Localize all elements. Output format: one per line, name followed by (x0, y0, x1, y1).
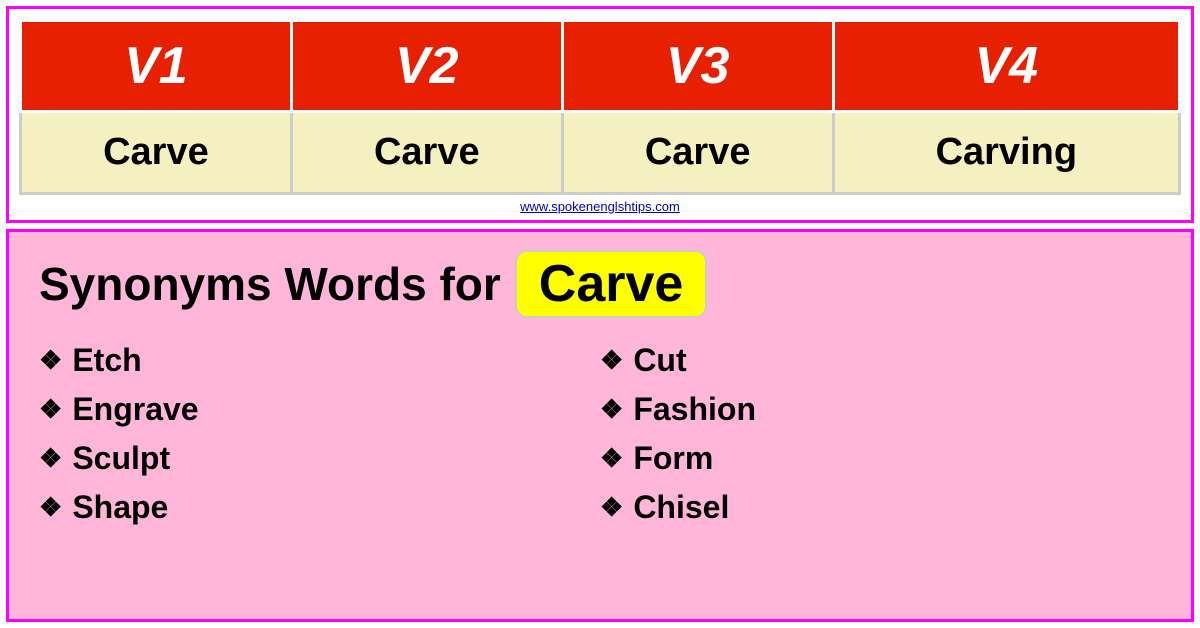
synonym-cut-label: Cut (633, 342, 686, 379)
bullet-fashion: ❖ (600, 394, 623, 425)
bullet-engrave: ❖ (39, 394, 62, 425)
header-v3: V3 (562, 21, 833, 112)
website-credit: www.spokenenglshtips.com (19, 195, 1181, 220)
cell-v2: Carve (291, 112, 562, 194)
bullet-form: ❖ (600, 443, 623, 474)
verb-table: V1 V2 V3 V4 Carve Carve Carve Carving (19, 19, 1181, 195)
synonym-cut: ❖ Cut (600, 336, 1161, 385)
synonyms-column-left: ❖ Etch ❖ Engrave ❖ Sculpt ❖ Shape (39, 336, 600, 532)
synonym-fashion: ❖ Fashion (600, 385, 1161, 434)
synonyms-column-right: ❖ Cut ❖ Fashion ❖ Form ❖ Chisel (600, 336, 1161, 532)
synonyms-highlight-word: Carve (515, 250, 708, 318)
synonym-sculpt-label: Sculpt (72, 440, 170, 477)
header-v4: V4 (833, 21, 1179, 112)
synonym-etch: ❖ Etch (39, 336, 600, 385)
header-v2: V2 (291, 21, 562, 112)
cell-v4: Carving (833, 112, 1179, 194)
page-wrapper: V1 V2 V3 V4 Carve Carve Carve Carving ww… (0, 0, 1200, 628)
bullet-cut: ❖ (600, 345, 623, 376)
table-section: V1 V2 V3 V4 Carve Carve Carve Carving ww… (6, 6, 1194, 223)
synonym-chisel-label: Chisel (633, 489, 729, 526)
synonyms-title: Synonyms Words for Carve (39, 250, 1161, 318)
cell-v1: Carve (21, 112, 292, 194)
bullet-sculpt: ❖ (39, 443, 62, 474)
synonym-sculpt: ❖ Sculpt (39, 434, 600, 483)
synonym-shape-label: Shape (72, 489, 168, 526)
bullet-etch: ❖ (39, 345, 62, 376)
synonyms-section: Synonyms Words for Carve ❖ Etch ❖ Engrav… (6, 229, 1194, 622)
synonym-form: ❖ Form (600, 434, 1161, 483)
synonym-form-label: Form (633, 440, 713, 477)
synonym-fashion-label: Fashion (633, 391, 756, 428)
synonym-engrave: ❖ Engrave (39, 385, 600, 434)
header-v1: V1 (21, 21, 292, 112)
synonyms-title-prefix: Synonyms Words for (39, 257, 501, 311)
synonyms-grid: ❖ Etch ❖ Engrave ❖ Sculpt ❖ Shape (39, 336, 1161, 532)
synonym-shape: ❖ Shape (39, 483, 600, 532)
cell-v3: Carve (562, 112, 833, 194)
bullet-chisel: ❖ (600, 492, 623, 523)
bullet-shape: ❖ (39, 492, 62, 523)
synonym-etch-label: Etch (72, 342, 141, 379)
synonym-engrave-label: Engrave (72, 391, 198, 428)
synonym-chisel: ❖ Chisel (600, 483, 1161, 532)
